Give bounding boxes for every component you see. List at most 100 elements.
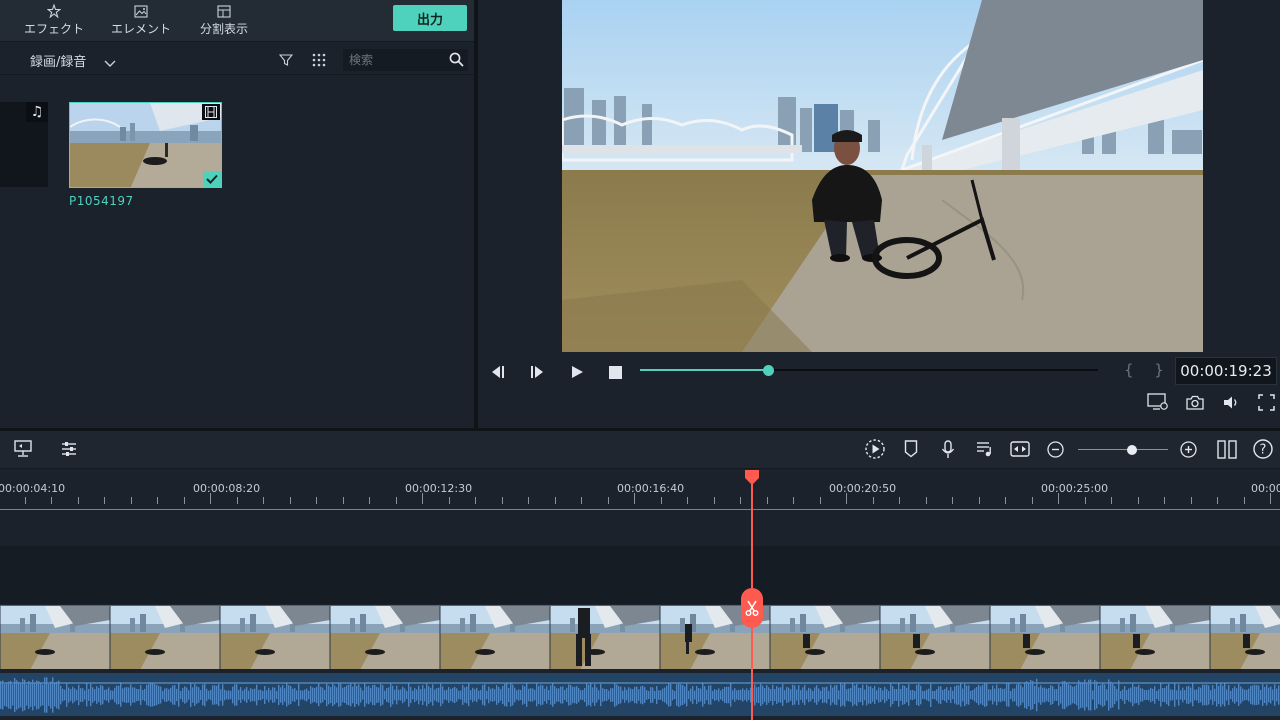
video-media-thumbnail[interactable] — [69, 102, 222, 188]
search-icon[interactable] — [449, 52, 464, 71]
film-icon — [202, 104, 220, 120]
ruler-tick — [1164, 497, 1165, 504]
ruler-tick — [1058, 493, 1059, 504]
help-icon[interactable]: ? — [1253, 439, 1273, 459]
top-toolbar: エフェクト エレメント 分割表示 出力 — [0, 0, 474, 42]
zoom-in-icon[interactable] — [1180, 441, 1197, 458]
empty-track[interactable] — [0, 510, 1280, 546]
marker-icon[interactable] — [904, 440, 918, 458]
ruler-tick — [555, 497, 556, 504]
chevron-down-icon[interactable] — [104, 53, 116, 72]
ruler-tick — [343, 497, 344, 504]
ruler-tick — [502, 497, 503, 504]
svg-text:?: ? — [1260, 443, 1267, 458]
ruler-tick — [846, 493, 847, 504]
fit-timeline-icon[interactable] — [1010, 441, 1030, 457]
ruler-tick — [687, 497, 688, 504]
ruler-tick — [263, 497, 264, 504]
playhead-handle[interactable] — [744, 470, 760, 490]
scissors-icon[interactable] — [741, 588, 763, 628]
ruler-tick — [78, 497, 79, 504]
ruler-tick — [237, 497, 238, 504]
preview-frame-image — [562, 0, 1203, 352]
display-settings-icon[interactable] — [1147, 393, 1169, 415]
ruler-tick — [714, 497, 715, 504]
voiceover-list-icon[interactable] — [976, 440, 994, 458]
zoom-slider-knob[interactable] — [1127, 445, 1137, 455]
ruler-tick — [926, 497, 927, 504]
play-icon[interactable] — [570, 364, 584, 383]
panel-layout-icon[interactable] — [1217, 440, 1237, 459]
stop-icon[interactable] — [609, 364, 622, 383]
thumbnail-image — [70, 103, 221, 187]
music-note-icon: ♫ — [26, 102, 48, 122]
ruler-label: 00:00:08:20 — [193, 482, 261, 495]
ruler-tick — [1244, 497, 1245, 504]
zoom-slider-track[interactable] — [1078, 449, 1168, 450]
ruler-tick — [528, 497, 529, 504]
timeline-toolbar — [0, 431, 1280, 469]
ruler-label: 00:00:12:30 — [405, 482, 473, 495]
ruler-tick — [608, 497, 609, 504]
ruler-tick — [369, 497, 370, 504]
elements-label: エレメント — [111, 22, 172, 36]
camera-icon[interactable] — [1186, 395, 1204, 414]
ruler-tick — [210, 493, 211, 504]
effects-tab[interactable]: エフェクト — [24, 2, 84, 37]
grid-view-icon[interactable] — [312, 52, 326, 71]
ruler-tick — [581, 497, 582, 504]
search-box — [343, 49, 468, 71]
ruler-tick — [131, 497, 132, 504]
preview-video — [562, 0, 1203, 352]
ruler-tick — [157, 497, 158, 504]
ruler-tick — [51, 497, 52, 504]
presentation-icon[interactable] — [13, 440, 33, 458]
split-screen-icon — [215, 2, 233, 20]
ruler-tick — [1085, 497, 1086, 504]
video-clip-track[interactable] — [0, 605, 1280, 669]
microphone-icon[interactable] — [941, 440, 955, 459]
ruler-tick — [634, 493, 635, 504]
render-preview-icon[interactable] — [864, 438, 886, 460]
effects-icon — [45, 2, 63, 20]
export-button[interactable]: 出力 — [393, 5, 467, 31]
ruler-tick — [661, 497, 662, 504]
ruler-tick — [1032, 497, 1033, 504]
media-item-label: P1054197 — [69, 194, 134, 208]
filter-icon[interactable] — [278, 52, 294, 71]
elements-tab[interactable]: エレメント — [111, 2, 171, 37]
library-folder-label[interactable]: 録画/録音 — [30, 51, 86, 70]
ruler-tick — [184, 497, 185, 504]
zoom-out-icon[interactable] — [1047, 441, 1064, 458]
split-screen-tab[interactable]: 分割表示 — [200, 2, 248, 37]
ruler-tick — [449, 497, 450, 504]
volume-icon[interactable] — [1223, 395, 1241, 414]
previous-frame-icon[interactable] — [490, 364, 506, 383]
ruler-label: 00:00:20:50 — [829, 482, 897, 495]
video-editor-window: エフェクト エレメント 分割表示 出力 録画/録音 検索 ♫ P1054197 … — [0, 0, 1280, 720]
split-screen-label: 分割表示 — [200, 22, 249, 36]
ruler-tick — [899, 497, 900, 504]
playback-progress-fill — [640, 369, 769, 371]
ruler-label: 00:00:16:40 — [617, 482, 685, 495]
in-out-markers[interactable]: { } — [1124, 361, 1172, 379]
ruler-tick — [1217, 497, 1218, 504]
ruler-label: 00:00:04:10 — [0, 482, 66, 495]
ruler-tick — [873, 497, 874, 504]
audio-waveform-track[interactable] — [0, 673, 1280, 716]
next-frame-icon[interactable] — [529, 364, 545, 383]
audio-media-item[interactable]: ♫ — [0, 102, 48, 187]
search-input[interactable] — [349, 52, 444, 68]
ruler-label: 00:00:25:00 — [1041, 482, 1109, 495]
ruler-label: 00:00 — [1251, 482, 1280, 495]
ruler-tick — [740, 497, 741, 504]
ruler-tick — [104, 497, 105, 504]
empty-track[interactable] — [0, 546, 1280, 604]
ruler-tick — [767, 497, 768, 504]
ruler-tick — [1111, 497, 1112, 504]
current-timecode: 00:00:19:23 — [1175, 357, 1277, 385]
fullscreen-icon[interactable] — [1258, 394, 1275, 415]
ruler-tick — [952, 497, 953, 504]
adjust-sliders-icon[interactable] — [60, 440, 78, 458]
image-icon — [132, 2, 150, 20]
